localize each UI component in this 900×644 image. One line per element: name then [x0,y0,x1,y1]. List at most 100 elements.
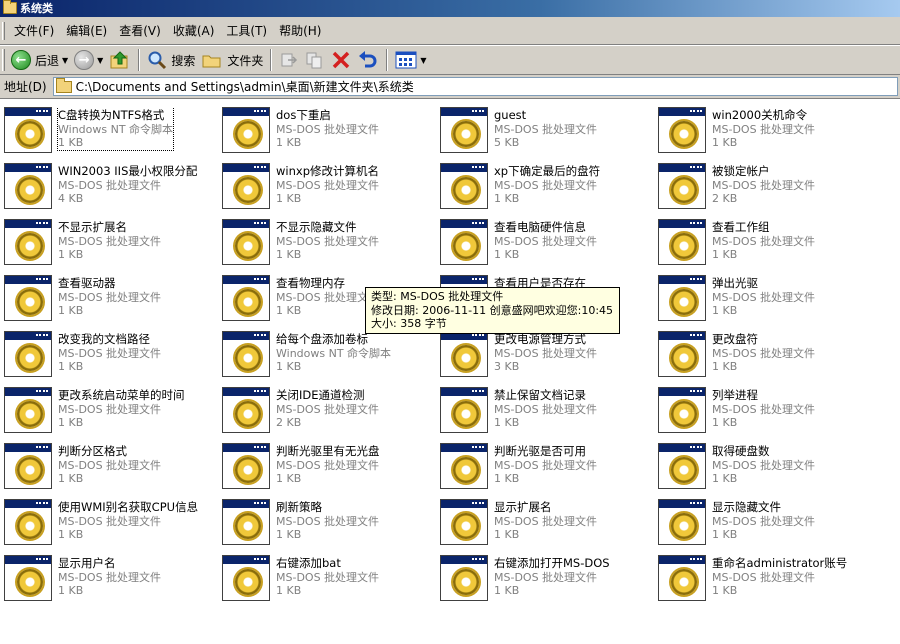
file-name[interactable]: 查看物理内存 [276,276,379,291]
file-name[interactable]: 显示扩展名 [494,500,597,515]
file-item[interactable]: 关闭IDE通道检测 MS-DOS 批处理文件 2 KB [222,387,440,443]
file-item[interactable]: 重命名administrator账号 MS-DOS 批处理文件 1 KB [658,555,876,611]
file-name[interactable]: 给每个盘添加卷标 [276,332,391,347]
file-info: 弹出光驱 MS-DOS 批处理文件 1 KB [712,275,815,318]
file-item[interactable]: 被锁定帐户 MS-DOS 批处理文件 2 KB [658,163,876,219]
file-item[interactable]: 右键添加bat MS-DOS 批处理文件 1 KB [222,555,440,611]
file-item[interactable]: 判断分区格式 MS-DOS 批处理文件 1 KB [4,443,222,499]
menu-help[interactable]: 帮助(H) [273,21,327,41]
menu-grip[interactable] [2,21,5,40]
folders-button[interactable]: 文件夹 [198,48,266,72]
file-item[interactable]: 更改盘符 MS-DOS 批处理文件 1 KB [658,331,876,387]
file-item[interactable]: 更改系统启动菜单的时间 MS-DOS 批处理文件 1 KB [4,387,222,443]
file-item[interactable]: 给每个盘添加卷标 Windows NT 命令脚本 1 KB [222,331,440,387]
file-name[interactable]: 取得硬盘数 [712,444,815,459]
views-dropdown-icon[interactable]: ▼ [420,56,426,65]
up-button[interactable] [106,48,134,72]
file-name[interactable]: 刷新策略 [276,500,379,515]
file-item[interactable]: 取得硬盘数 MS-DOS 批处理文件 1 KB [658,443,876,499]
views-button[interactable]: ▼ [392,48,429,72]
file-name[interactable]: 关闭IDE通道检测 [276,388,379,403]
file-name[interactable]: 弹出光驱 [712,276,815,291]
file-name[interactable]: 查看驱动器 [58,276,161,291]
file-name[interactable]: guest [494,108,597,123]
back-button[interactable]: ← 后退 ▼ [8,48,71,72]
file-item[interactable]: 查看驱动器 MS-DOS 批处理文件 1 KB [4,275,222,331]
file-item[interactable]: winxp修改计算机名 MS-DOS 批处理文件 1 KB [222,163,440,219]
file-item[interactable]: dos下重启 MS-DOS 批处理文件 1 KB [222,107,440,163]
file-item[interactable]: win2000关机命令 MS-DOS 批处理文件 1 KB [658,107,876,163]
file-item[interactable]: 右键添加打开MS-DOS MS-DOS 批处理文件 1 KB [440,555,658,611]
undo-button[interactable] [354,48,382,72]
file-item[interactable]: xp下确定最后的盘符 MS-DOS 批处理文件 1 KB [440,163,658,219]
search-button[interactable]: 搜索 [144,48,198,72]
file-name[interactable]: 右键添加打开MS-DOS [494,556,610,571]
file-type: MS-DOS 批处理文件 [58,346,162,360]
file-item[interactable]: 刷新策略 MS-DOS 批处理文件 1 KB [222,499,440,555]
delete-button[interactable] [328,48,354,72]
back-dropdown-icon[interactable]: ▼ [62,56,68,65]
file-size: 1 KB [712,248,738,261]
file-name[interactable]: 禁止保留文档记录 [494,388,597,403]
file-name[interactable]: 更改电源管理方式 [494,332,597,347]
file-name[interactable]: 更改盘符 [712,332,815,347]
file-name[interactable]: 显示隐藏文件 [712,500,815,515]
file-item[interactable]: 使用WMI别名获取CPU信息 MS-DOS 批处理文件 1 KB [4,499,222,555]
file-item[interactable]: 禁止保留文档记录 MS-DOS 批处理文件 1 KB [440,387,658,443]
file-item[interactable]: 不显示隐藏文件 MS-DOS 批处理文件 1 KB [222,219,440,275]
file-name[interactable]: 列举进程 [712,388,815,403]
menu-view[interactable]: 查看(V) [113,21,167,41]
file-item[interactable]: 更改电源管理方式 MS-DOS 批处理文件 3 KB [440,331,658,387]
file-item[interactable]: 查看电脑硬件信息 MS-DOS 批处理文件 1 KB [440,219,658,275]
file-name[interactable]: 不显示扩展名 [58,220,161,235]
file-info: 显示扩展名 MS-DOS 批处理文件 1 KB [494,499,597,542]
file-name[interactable]: winxp修改计算机名 [276,164,379,179]
file-item[interactable]: 判断光驱是否可用 MS-DOS 批处理文件 1 KB [440,443,658,499]
file-name[interactable]: 判断光驱里有无光盘 [276,444,380,459]
file-type: MS-DOS 批处理文件 [712,402,816,416]
file-item[interactable]: 弹出光驱 MS-DOS 批处理文件 1 KB [658,275,876,331]
file-name[interactable]: 判断光驱是否可用 [494,444,597,459]
file-item[interactable]: 查看工作组 MS-DOS 批处理文件 1 KB [658,219,876,275]
file-name[interactable]: 改变我的文档路径 [58,332,161,347]
file-name[interactable]: 重命名administrator账号 [712,556,847,571]
file-tooltip: 类型: MS-DOS 批处理文件 修改日期: 2006-11-11 创意盛网吧欢… [365,287,620,334]
address-path[interactable]: C:\Documents and Settings\admin\桌面\新建文件夹… [76,78,414,95]
file-name[interactable]: 查看电脑硬件信息 [494,220,597,235]
file-item[interactable]: 列举进程 MS-DOS 批处理文件 1 KB [658,387,876,443]
file-name[interactable]: 被锁定帐户 [712,164,815,179]
file-name[interactable]: 右键添加bat [276,556,379,571]
file-name[interactable]: xp下确定最后的盘符 [494,164,600,179]
file-item[interactable]: 显示扩展名 MS-DOS 批处理文件 1 KB [440,499,658,555]
file-item[interactable]: guest MS-DOS 批处理文件 5 KB [440,107,658,163]
file-name[interactable]: WIN2003 IIS最小权限分配 [58,164,197,179]
file-item[interactable]: 判断光驱里有无光盘 MS-DOS 批处理文件 1 KB [222,443,440,499]
forward-dropdown-icon[interactable]: ▼ [97,56,103,65]
menu-file[interactable]: 文件(F) [8,21,60,41]
file-name[interactable]: 判断分区格式 [58,444,161,459]
move-to-button[interactable] [276,48,302,72]
file-item[interactable]: 显示用户名 MS-DOS 批处理文件 1 KB [4,555,222,611]
file-name[interactable]: 更改系统启动菜单的时间 [58,388,185,403]
toolbar-grip[interactable] [2,49,5,71]
copy-to-button[interactable] [302,48,328,72]
forward-button[interactable]: → ▼ [71,48,106,72]
file-name[interactable]: dos下重启 [276,108,379,123]
file-name[interactable]: C盘转换为NTFS格式 [58,108,173,123]
menu-edit[interactable]: 编辑(E) [60,21,113,41]
menu-tools[interactable]: 工具(T) [220,21,273,41]
file-name[interactable]: 查看工作组 [712,220,815,235]
menu-favorites[interactable]: 收藏(A) [167,21,221,41]
file-item[interactable]: 不显示扩展名 MS-DOS 批处理文件 1 KB [4,219,222,275]
file-item[interactable]: 显示隐藏文件 MS-DOS 批处理文件 1 KB [658,499,876,555]
file-name[interactable]: 显示用户名 [58,556,161,571]
file-item[interactable]: WIN2003 IIS最小权限分配 MS-DOS 批处理文件 4 KB [4,163,222,219]
address-field[interactable]: C:\Documents and Settings\admin\桌面\新建文件夹… [52,77,898,96]
file-name[interactable]: win2000关机命令 [712,108,815,123]
file-view[interactable]: C盘转换为NTFS格式 Windows NT 命令脚本 1 KB dos下重启 MS-D… [0,99,900,644]
file-name[interactable]: 不显示隐藏文件 [276,220,379,235]
file-name[interactable]: 使用WMI别名获取CPU信息 [58,500,198,515]
file-item[interactable]: 改变我的文档路径 MS-DOS 批处理文件 1 KB [4,331,222,387]
file-item[interactable]: C盘转换为NTFS格式 Windows NT 命令脚本 1 KB [4,107,222,163]
batch-file-icon [440,387,488,433]
